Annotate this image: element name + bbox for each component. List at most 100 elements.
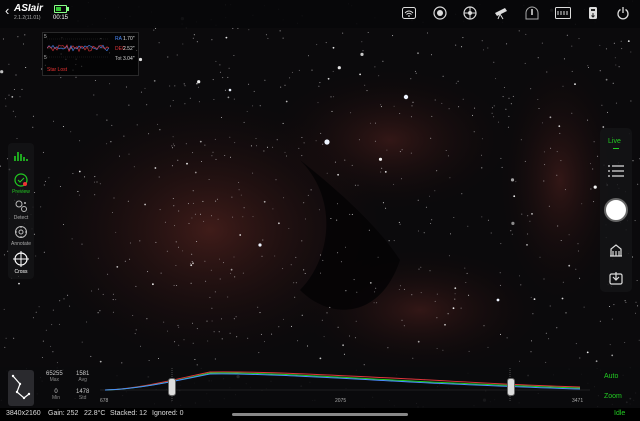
star: [558, 125, 561, 128]
star: [376, 302, 378, 304]
star: [50, 345, 52, 347]
star: [507, 126, 509, 128]
back-chevron-icon[interactable]: ‹: [5, 3, 9, 18]
histogram-tool[interactable]: [8, 149, 34, 165]
star: [505, 108, 507, 110]
star: [393, 105, 395, 107]
star: [373, 302, 375, 304]
star: [71, 238, 73, 240]
star: [157, 123, 159, 125]
telescope-icon[interactable]: [492, 4, 510, 22]
star: [510, 178, 515, 182]
guide-graph-panel[interactable]: 5 5 RA 1.70" DEC 2.52" Tot 3.04" Star Lo…: [42, 32, 139, 76]
star: [219, 64, 221, 66]
status-gain: Gain: 252: [48, 410, 79, 417]
shutter-button[interactable]: [604, 198, 628, 222]
star: [450, 233, 451, 235]
detect-label: Detect: [13, 215, 29, 221]
crosshair-tool[interactable]: Cross: [8, 251, 34, 275]
star: [515, 181, 517, 183]
star: [454, 293, 456, 295]
star: [223, 262, 224, 264]
star: [214, 358, 216, 360]
histogram-axis-mid: 2075: [335, 398, 347, 404]
star: [202, 200, 204, 202]
star: [25, 67, 27, 68]
histogram-thumbnail[interactable]: [8, 370, 34, 406]
detect-tool[interactable]: Detect: [8, 199, 34, 221]
star: [510, 103, 512, 105]
star: [116, 266, 119, 268]
list-icon[interactable]: [608, 164, 624, 182]
home-indicator[interactable]: [232, 413, 408, 416]
star: [243, 207, 245, 209]
star: [45, 329, 47, 331]
star: [294, 296, 296, 298]
annotate-tool[interactable]: Annotate: [8, 225, 34, 247]
star: [599, 320, 601, 322]
preview-tool[interactable]: Preview: [8, 173, 34, 195]
save-icon[interactable]: [609, 271, 623, 290]
star: [191, 217, 193, 219]
left-toolbar: Preview Detect Annotate Cross: [8, 143, 34, 279]
star: [121, 362, 123, 364]
star: [192, 202, 194, 204]
star: [399, 113, 401, 114]
star: [184, 103, 186, 105]
star: [345, 290, 347, 292]
mode-live[interactable]: Live: [608, 138, 621, 145]
star: [434, 99, 436, 101]
star: [344, 159, 346, 161]
star: [211, 320, 213, 322]
star: [431, 115, 433, 117]
star: [295, 256, 297, 258]
guide-bottom-tick: 5: [44, 55, 47, 61]
star: [236, 336, 238, 338]
status-stacked: Stacked: 12: [110, 410, 147, 417]
star: [109, 83, 111, 85]
star: [550, 147, 552, 149]
star: [613, 304, 615, 306]
star: [449, 177, 451, 179]
camera-icon[interactable]: [431, 4, 449, 22]
stack-icon[interactable]: [609, 243, 623, 262]
star: [500, 157, 502, 159]
star: [360, 52, 364, 57]
star: [563, 58, 565, 60]
star: [592, 168, 594, 170]
zoom-button[interactable]: Zoom: [604, 393, 622, 400]
star: [506, 337, 508, 339]
star: [211, 215, 212, 217]
star: [196, 82, 198, 85]
star: [487, 219, 489, 221]
star: [153, 29, 155, 31]
star: [183, 339, 185, 341]
star: [322, 143, 324, 145]
star: [361, 41, 363, 43]
star: [530, 88, 532, 90]
star: [374, 140, 376, 142]
black-point-handle[interactable]: [168, 378, 176, 396]
star: [172, 198, 174, 199]
auto-stretch-button[interactable]: Auto: [604, 373, 618, 380]
histogram-icon: [14, 152, 28, 161]
wifi-icon[interactable]: [400, 4, 418, 22]
star: [159, 209, 161, 211]
star: [462, 37, 464, 39]
star: [230, 268, 233, 271]
star: [343, 353, 345, 355]
star: [284, 151, 286, 153]
star: [636, 280, 638, 281]
usb-storage-icon[interactable]: [584, 4, 602, 22]
star: [192, 342, 194, 344]
observatory-icon[interactable]: [523, 4, 541, 22]
filter-wheel-icon[interactable]: [554, 4, 572, 22]
focuser-icon[interactable]: [461, 4, 479, 22]
star: [289, 77, 291, 79]
star: [196, 328, 198, 330]
star: [171, 165, 173, 167]
star: [147, 271, 149, 273]
power-icon[interactable]: [614, 4, 632, 22]
star: [2, 38, 4, 40]
white-point-handle[interactable]: [507, 378, 515, 396]
